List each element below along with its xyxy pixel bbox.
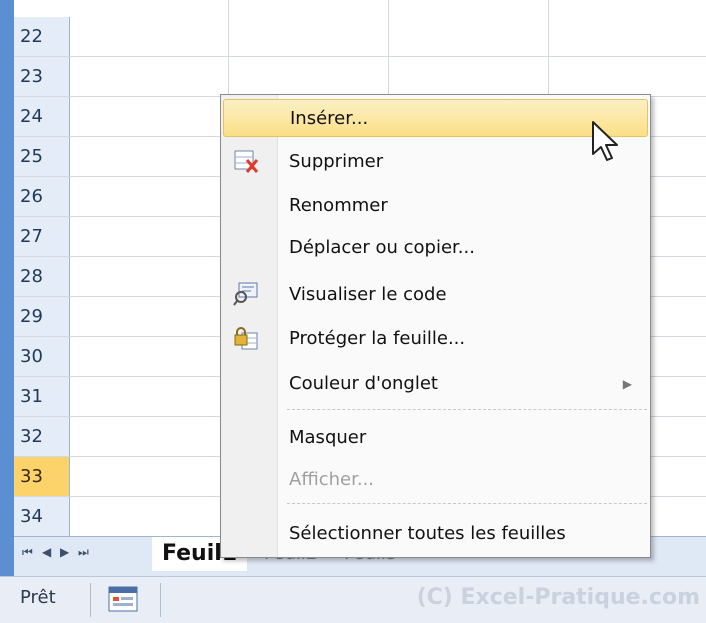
row-header[interactable]: 24 xyxy=(14,97,70,136)
mouse-pointer-icon xyxy=(592,121,618,161)
first-sheet-button[interactable]: ⏮ xyxy=(22,545,33,560)
delete-sheet-icon xyxy=(234,150,259,173)
menu-item-renommer[interactable]: Renommer xyxy=(223,187,648,225)
menu-item-label: Déplacer ou copier... xyxy=(289,237,475,258)
last-sheet-button[interactable]: ⏭ xyxy=(78,545,89,560)
menu-item-deplacer-copier[interactable]: Déplacer ou copier... xyxy=(223,229,648,267)
status-bar: Prêt (C) Excel-Pratique.com xyxy=(0,576,706,623)
menu-item-inserer[interactable]: Insérer... xyxy=(223,99,648,137)
window-left-edge xyxy=(0,0,14,576)
menu-item-afficher: Afficher... xyxy=(223,461,648,499)
watermark: (C) Excel-Pratique.com xyxy=(416,585,700,610)
row-header[interactable]: 30 xyxy=(14,337,70,376)
menu-separator xyxy=(287,503,647,504)
row-header[interactable]: 23 xyxy=(14,57,70,96)
menu-item-supprimer[interactable]: Supprimer xyxy=(223,143,648,181)
submenu-arrow-icon: ▶ xyxy=(622,377,632,391)
row-header[interactable]: 29 xyxy=(14,297,70,336)
menu-item-label: Renommer xyxy=(289,195,388,216)
menu-item-label: Visualiser le code xyxy=(289,284,447,305)
menu-item-label: Supprimer xyxy=(289,151,384,172)
status-divider xyxy=(160,583,161,617)
row-header[interactable]: 26 xyxy=(14,177,70,216)
menu-item-proteger-feuille[interactable]: Protéger la feuille... xyxy=(223,320,648,358)
menu-item-label: Sélectionner toutes les feuilles xyxy=(289,523,566,544)
row-header[interactable]: 32 xyxy=(14,417,70,456)
menu-item-label: Insérer... xyxy=(290,108,369,129)
row-header-selected[interactable]: 33 xyxy=(14,457,70,496)
sheet-context-menu: Insérer... Supprimer Renommer Déplacer o… xyxy=(220,94,651,558)
row-header[interactable]: 27 xyxy=(14,217,70,256)
menu-item-masquer[interactable]: Masquer xyxy=(223,419,648,457)
menu-item-label: Masquer xyxy=(289,427,367,448)
table-row[interactable]: 23 xyxy=(14,57,706,97)
row-header[interactable]: 28 xyxy=(14,257,70,296)
menu-separator xyxy=(287,409,647,410)
status-text: Prêt xyxy=(20,587,56,608)
macro-record-icon[interactable] xyxy=(108,586,138,612)
menu-item-label: Protéger la feuille... xyxy=(289,328,466,349)
menu-item-selectionner-toutes[interactable]: Sélectionner toutes les feuilles xyxy=(223,515,648,553)
menu-item-label: Couleur d'onglet xyxy=(289,373,438,394)
menu-item-label: Afficher... xyxy=(289,469,375,490)
status-divider xyxy=(90,583,91,617)
table-row[interactable]: 22 xyxy=(14,17,706,57)
row-header[interactable]: 25 xyxy=(14,137,70,176)
next-sheet-button[interactable]: ▶ xyxy=(60,545,69,559)
row-header[interactable]: 34 xyxy=(14,497,70,536)
menu-item-couleur-onglet[interactable]: Couleur d'onglet ▶ xyxy=(223,365,648,403)
row-header[interactable]: 22 xyxy=(14,17,70,56)
row-header[interactable]: 31 xyxy=(14,377,70,416)
prev-sheet-button[interactable]: ◀ xyxy=(42,545,51,559)
view-code-icon xyxy=(233,282,258,306)
menu-item-visualiser-code[interactable]: Visualiser le code xyxy=(223,276,648,314)
protect-sheet-icon xyxy=(234,327,258,350)
